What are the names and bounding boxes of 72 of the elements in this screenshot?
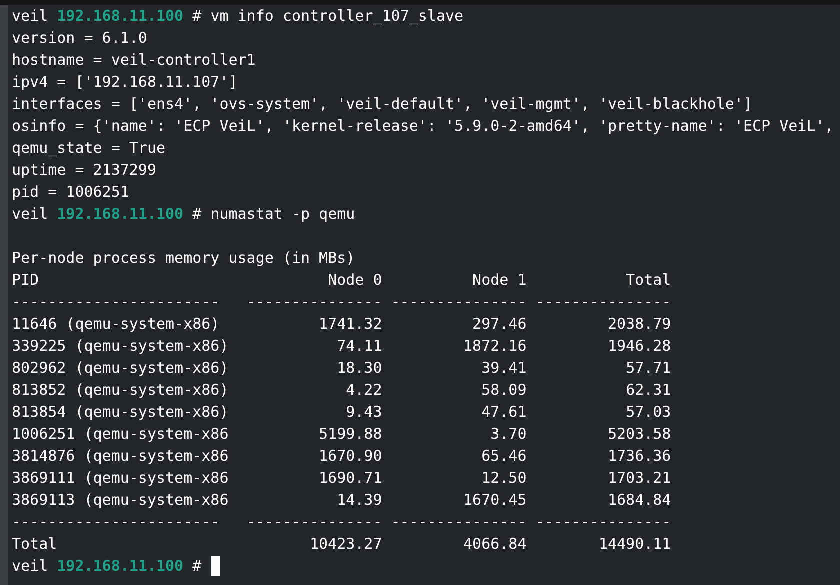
- table-cell-text: 1670.90: [319, 446, 382, 467]
- output-line: Per-node process memory usage (in MBs): [12, 249, 356, 267]
- table-rule: ---------------: [391, 292, 527, 313]
- table-cell-text: 11646 (qemu-system-x86): [12, 314, 220, 335]
- table-cell-text: 3814876 (qemu-system-x86: [12, 446, 229, 467]
- table-rule: -----------------------: [12, 512, 220, 533]
- prompt-host: 192.168.11.100: [57, 557, 184, 575]
- prompt-user: veil: [12, 205, 48, 223]
- table-cell-text: 14490.11: [598, 534, 672, 555]
- table-rule: ---------------: [391, 512, 527, 533]
- table-cell-text: 1741.32: [319, 314, 382, 335]
- prompt-user: veil: [12, 557, 48, 575]
- table-cell-text: 1006251 (qemu-system-x86: [12, 424, 229, 445]
- table-cell-text: 1684.84: [608, 490, 672, 511]
- table-cell-text: 1736.36: [608, 446, 672, 467]
- output-line: uptime = 2137299: [12, 161, 156, 179]
- column-header: Node 1: [472, 270, 527, 291]
- output-line: version = 6.1.0: [12, 29, 148, 47]
- output-line: pid = 1006251: [12, 183, 130, 201]
- table-cell-text: 12.50: [482, 468, 527, 489]
- table-cell-text: 1872.16: [464, 336, 527, 357]
- table-rule: ---------------: [536, 292, 672, 313]
- table-cell-text: 5199.88: [319, 424, 382, 445]
- prompt-user: veil: [12, 7, 48, 25]
- column-header: Total: [626, 270, 672, 291]
- table-cell-text: 65.46: [482, 446, 527, 467]
- prompt-symbol: #: [192, 7, 202, 25]
- table-cell-text: 813854 (qemu-system-x86): [12, 402, 229, 423]
- output-line: ipv4 = ['192.168.11.107']: [12, 73, 238, 91]
- output-line: hostname = veil-controller1: [12, 51, 256, 69]
- table-cell-text: 3.70: [490, 424, 527, 445]
- table-rule: ---------------: [246, 512, 382, 533]
- table-cell-text: 297.46: [472, 314, 527, 335]
- table-cell-text: 813852 (qemu-system-x86): [12, 380, 229, 401]
- command-text: numastat -p qemu: [210, 205, 356, 223]
- table-cell-text: 57.03: [626, 402, 672, 423]
- table-cell-text: 1690.71: [319, 468, 382, 489]
- prompt-host: 192.168.11.100: [57, 205, 184, 223]
- output-line: qemu_state = True: [12, 139, 166, 157]
- table-cell-text: 74.11: [337, 336, 382, 357]
- table-cell-text: 39.41: [482, 358, 527, 379]
- table-cell-text: 802962 (qemu-system-x86): [12, 358, 229, 379]
- table-cell-text: 47.61: [482, 402, 527, 423]
- table-cell-text: Total: [12, 534, 58, 555]
- output-line: interfaces = ['ens4', 'ovs-system', 'veil-default', 'veil-mgmt', 'veil-blackhole']: [12, 95, 753, 113]
- table-cell-text: 3869113 (qemu-system-x86: [12, 490, 229, 511]
- table-cell-text: 1703.21: [608, 468, 672, 489]
- table-cell-text: 3869111 (qemu-system-x86: [12, 468, 229, 489]
- column-header: Node 0: [328, 270, 382, 291]
- prompt-host: 192.168.11.100: [57, 7, 184, 25]
- table-rule: -----------------------: [12, 292, 220, 313]
- table-cell-text: 9.43: [346, 402, 382, 423]
- table-cell-text: 4.22: [346, 380, 382, 401]
- table-cell-text: 1946.28: [608, 336, 672, 357]
- prompt-symbol: #: [192, 557, 202, 575]
- table-cell-text: 14.39: [337, 490, 382, 511]
- table-rule: ---------------: [536, 512, 672, 533]
- table-cell-text: 10423.27: [310, 534, 382, 555]
- output-line: osinfo = {'name': 'ECP VeiL', 'kernel-release': '5.9.0-2-amd64', 'pretty-name': 'ECP VeiL',: [12, 117, 834, 135]
- table-cell-text: 1670.45: [464, 490, 527, 511]
- table-rule: ---------------: [246, 292, 382, 313]
- table-cell-text: 4066.84: [464, 534, 527, 555]
- prompt-symbol: #: [192, 205, 202, 223]
- table-cell-text: 58.09: [482, 380, 527, 401]
- table-cell-text: 5203.58: [608, 424, 672, 445]
- table-cell-text: 339225 (qemu-system-x86): [12, 336, 229, 357]
- table-cell-text: 57.71: [626, 358, 672, 379]
- table-cell-text: 2038.79: [608, 314, 672, 335]
- column-header: PID: [12, 270, 40, 291]
- table-cell-text: 62.31: [626, 380, 672, 401]
- command-text: vm info controller_107_slave: [210, 7, 464, 25]
- table-cell-text: 18.30: [337, 358, 382, 379]
